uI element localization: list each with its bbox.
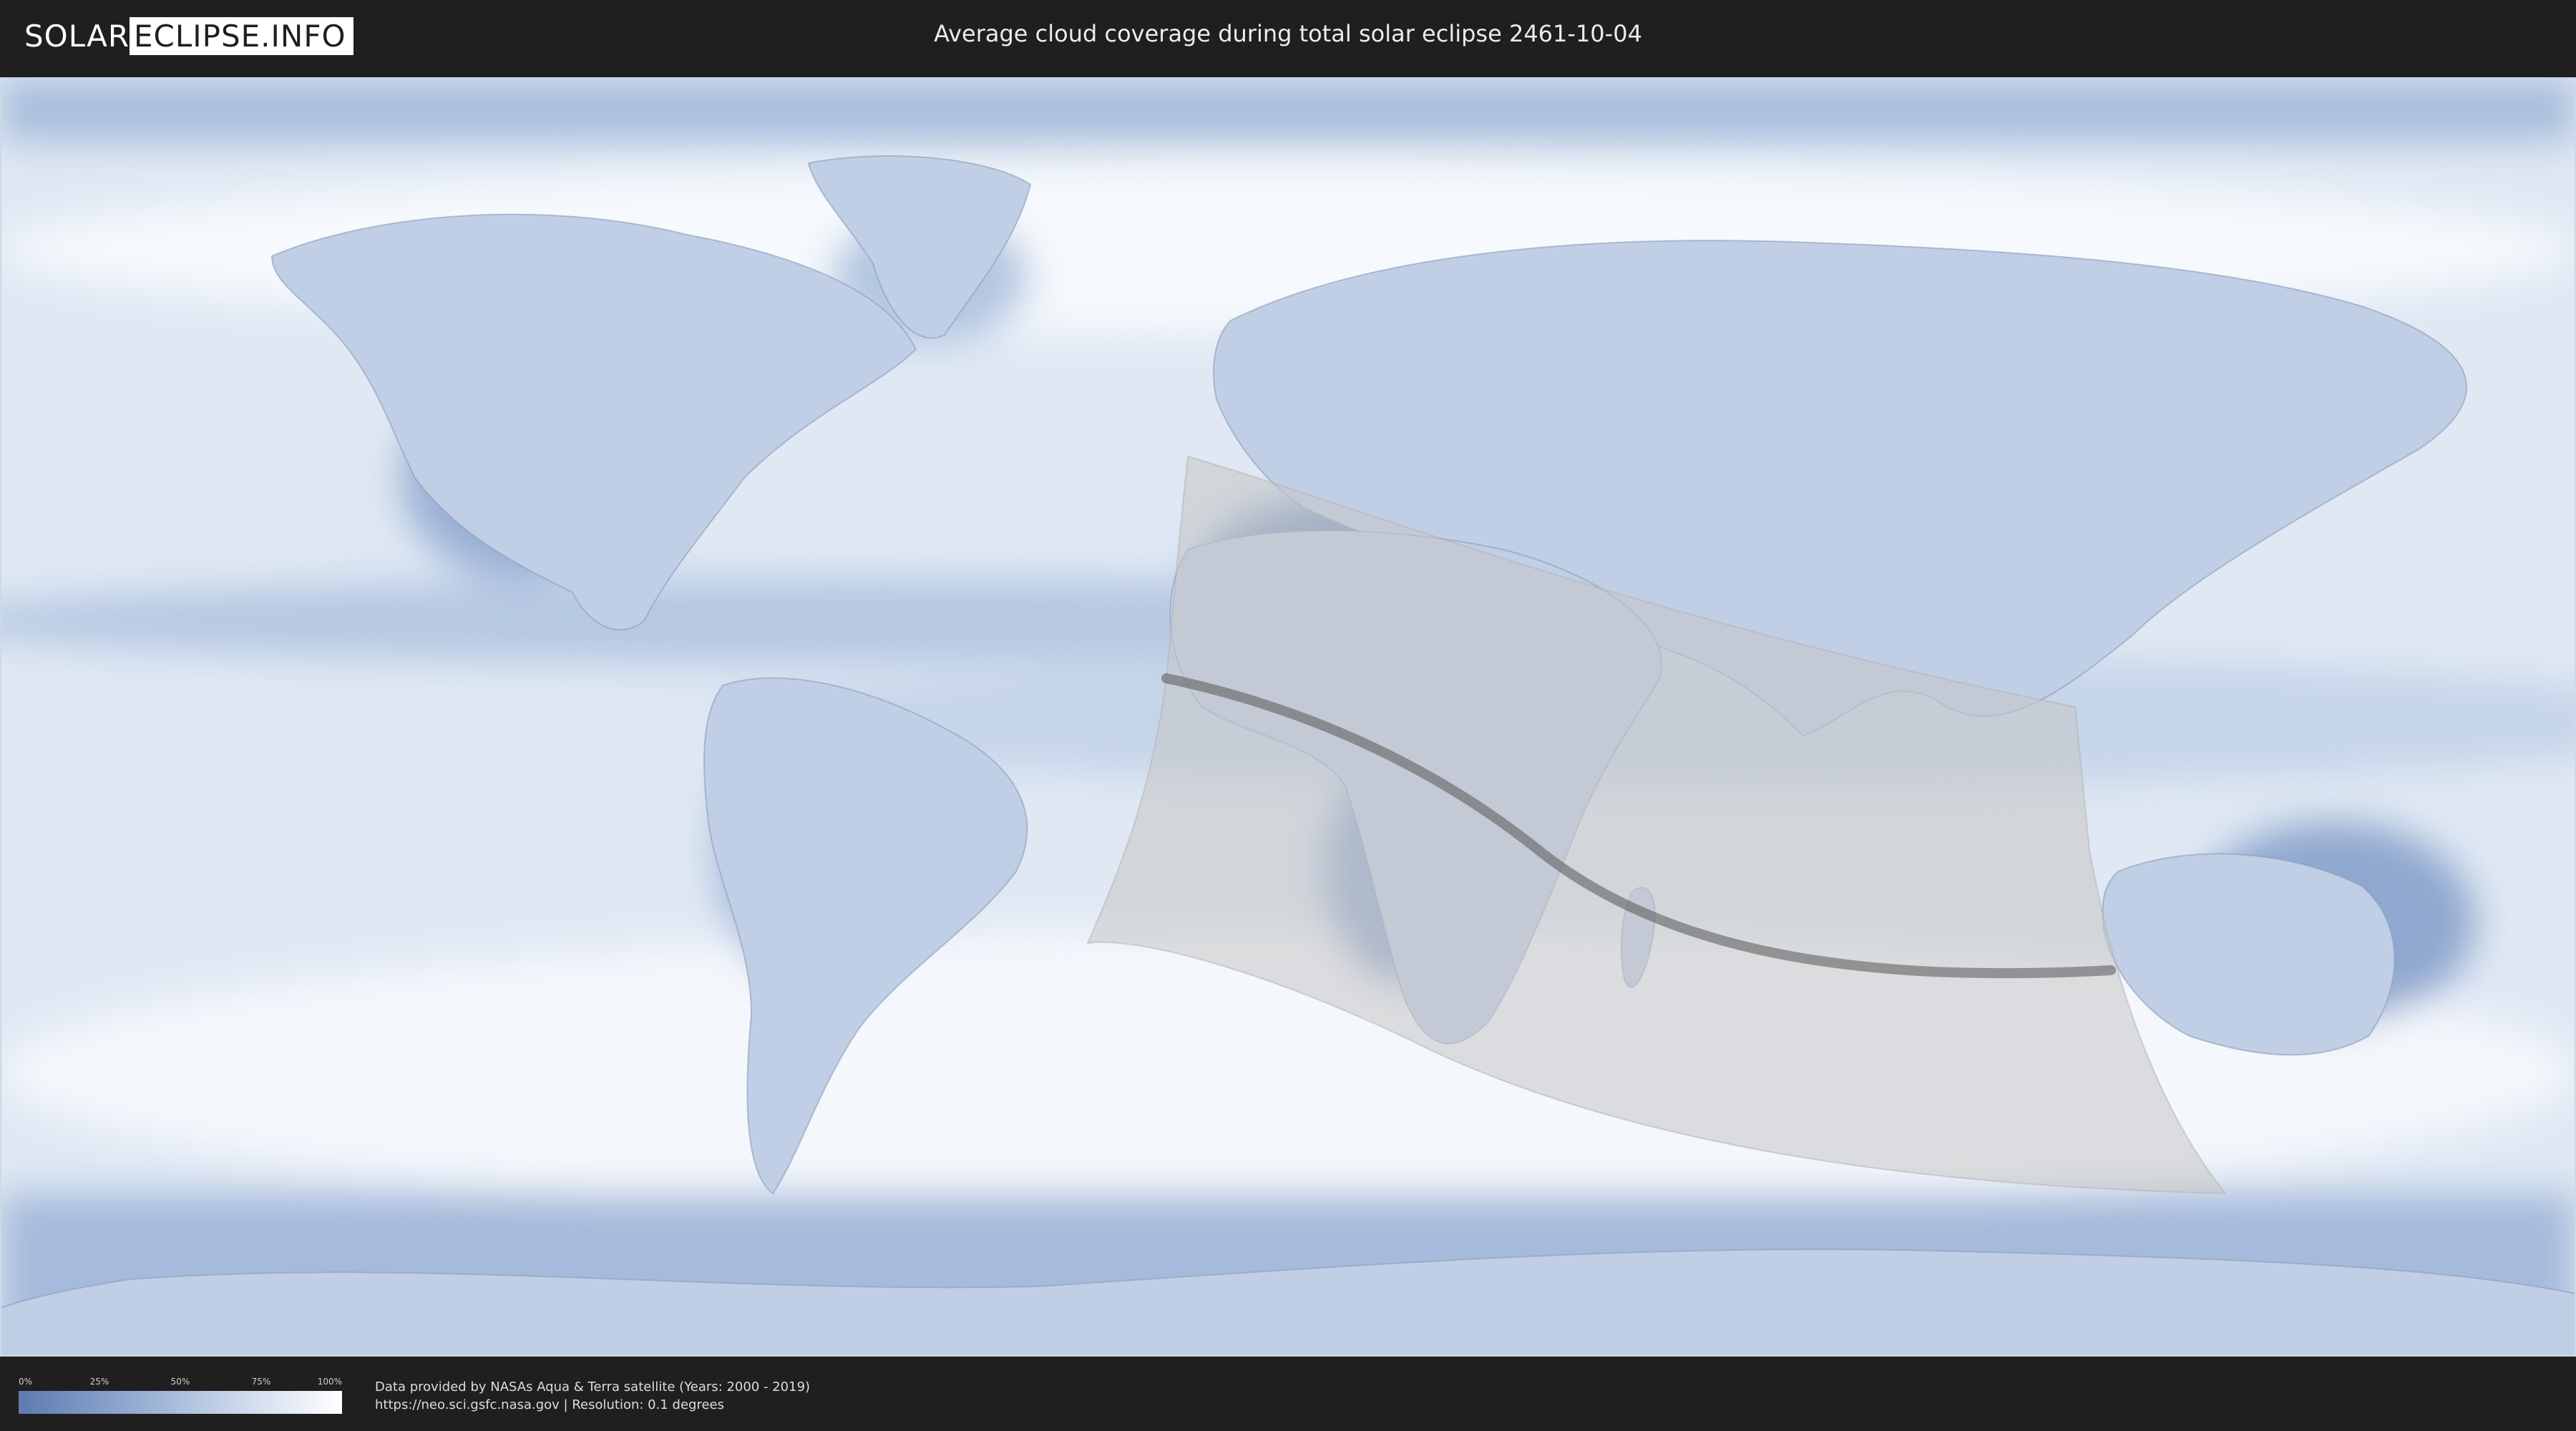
- legend-ticks: 0% 25% 50% 75% 100%: [19, 1377, 342, 1391]
- legend-tick-100: 100%: [317, 1377, 342, 1387]
- page-title: Average cloud coverage during total sola…: [934, 20, 1642, 47]
- legend-tick-25: 25%: [89, 1377, 109, 1387]
- footer-bar: 0% 25% 50% 75% 100% Data provided by NAS…: [0, 1357, 2576, 1431]
- cloud-coverage-legend: 0% 25% 50% 75% 100%: [19, 1377, 342, 1414]
- credit-line-url[interactable]: https://neo.sci.gsfc.nasa.gov | Resoluti…: [375, 1396, 810, 1414]
- cloud-coverage-map: [0, 77, 2576, 1357]
- world-map-svg: [0, 77, 2576, 1357]
- credit-line-source: Data provided by NASAs Aqua & Terra sate…: [375, 1379, 811, 1395]
- legend-tick-0: 0%: [19, 1377, 33, 1387]
- legend-tick-50: 50%: [170, 1377, 190, 1387]
- header-bar: SOLAR ECLIPSE.INFO Average cloud coverag…: [0, 0, 2576, 72]
- legend-tick-75: 75%: [251, 1377, 271, 1387]
- legend-gradient-bar: [19, 1391, 342, 1414]
- data-credits: Data provided by NASAs Aqua & Terra sate…: [375, 1378, 810, 1414]
